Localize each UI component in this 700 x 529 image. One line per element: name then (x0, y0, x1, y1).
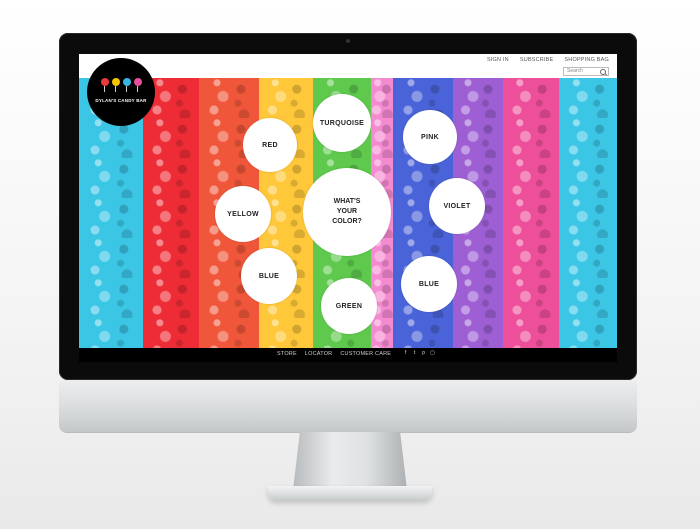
color-bubble-blue-2[interactable]: BLUE (401, 256, 457, 312)
top-nav: SIGN IN SUBSCRIBE SHOPPING BAG (487, 57, 609, 63)
color-bubble-yellow[interactable]: YELLOW (215, 186, 271, 242)
monitor-stand-neck (293, 432, 407, 490)
top-bar: SIGN IN SUBSCRIBE SHOPPING BAG Search (79, 54, 617, 78)
lollipop-icon (134, 78, 142, 86)
lollipop-stick (137, 86, 138, 92)
footer-locator-link[interactable]: LOCATOR (305, 351, 332, 357)
color-bubble-blue[interactable]: BLUE (241, 248, 297, 304)
sign-in-link[interactable]: SIGN IN (487, 57, 509, 63)
website-screen: SIGN IN SUBSCRIBE SHOPPING BAG Search DY… (79, 54, 617, 362)
search-icon[interactable] (600, 69, 606, 75)
twitter-icon[interactable]: t (412, 351, 417, 356)
dylans-candy-bar-logo[interactable]: DYLAN'S CANDY BAR (87, 58, 155, 126)
instagram-icon[interactable]: ▢ (430, 351, 435, 356)
color-bubble-green[interactable]: GREEN (321, 278, 377, 334)
camera-dot (346, 39, 350, 43)
stripe-red (143, 78, 199, 348)
lollipop-stick (104, 86, 105, 92)
stripe-turquoise-right (559, 78, 617, 348)
subscribe-link[interactable]: SUBSCRIBE (520, 57, 554, 63)
monitor-stand-base (268, 486, 432, 500)
color-bubble-red[interactable]: RED (243, 118, 297, 172)
color-bubble-violet[interactable]: VIOLET (429, 178, 485, 234)
lollipop-icon (101, 78, 109, 86)
lollipop-stick (115, 86, 116, 92)
lollipop-stick (126, 86, 127, 92)
shopping-bag-link[interactable]: SHOPPING BAG (564, 57, 609, 63)
search-placeholder: Search (567, 68, 583, 74)
logo-text: DYLAN'S CANDY BAR (95, 98, 147, 103)
footer: STORE LOCATOR CUSTOMER CARE f t p ▢ (79, 348, 617, 362)
whats-your-color-bubble[interactable]: WHAT'S YOUR COLOR? (303, 168, 391, 256)
lollipop-icon (112, 78, 120, 86)
lollipop-icon (123, 78, 131, 86)
footer-store-link[interactable]: STORE (277, 351, 297, 357)
footer-nav: STORE LOCATOR CUSTOMER CARE f t p ▢ (277, 351, 435, 358)
stripe-magenta (503, 78, 559, 348)
facebook-icon[interactable]: f (403, 351, 408, 356)
footer-customer-care-link[interactable]: CUSTOMER CARE (340, 351, 391, 357)
color-bubble-pink[interactable]: PINK (403, 110, 457, 164)
color-bubble-turquoise[interactable]: TURQUOISE (313, 94, 371, 152)
social-links: f t p ▢ (403, 351, 435, 357)
monitor-chin (59, 380, 637, 432)
pinterest-icon[interactable]: p (421, 351, 426, 356)
search-input[interactable]: Search (563, 67, 609, 76)
